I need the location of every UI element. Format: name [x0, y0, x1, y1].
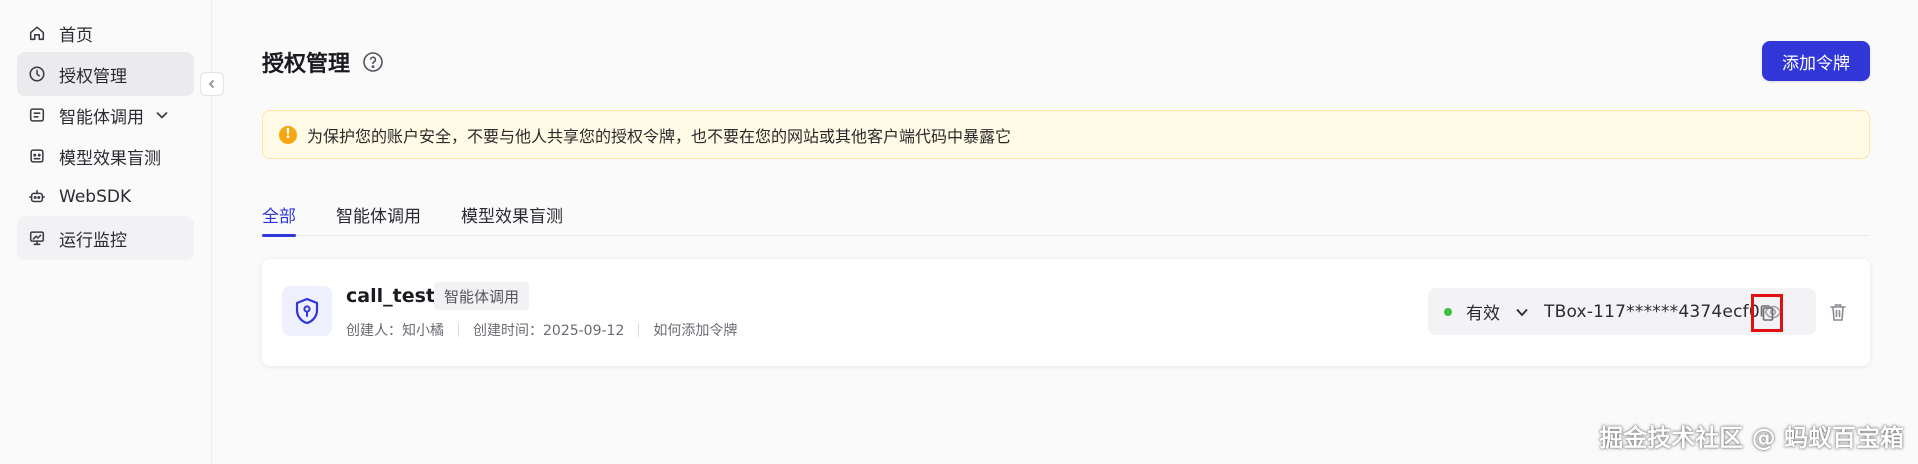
clock-icon: [27, 64, 47, 84]
security-alert: ! 为保护您的账户安全，不要与他人共享您的授权令牌，也不要在您的网站或其他客户端…: [262, 110, 1870, 159]
monitor-icon: [27, 228, 47, 248]
token-creator: 创建人：知小橘: [346, 323, 444, 339]
tab-agent-call[interactable]: 智能体调用: [336, 193, 421, 236]
copy-icon: [1760, 305, 1774, 321]
shield-key-icon: [282, 286, 332, 336]
home-icon: [27, 23, 47, 43]
tab-all[interactable]: 全部: [262, 193, 296, 237]
token-name: call_test: [346, 285, 435, 307]
warning-icon: !: [279, 125, 297, 144]
token-status[interactable]: 有效: [1466, 299, 1500, 324]
chevron-down-icon[interactable]: [154, 107, 170, 123]
sidebar-item-label: 智能体调用: [59, 107, 144, 128]
token-type-tag: 智能体调用: [434, 282, 530, 310]
alert-text: 为保护您的账户安全，不要与他人共享您的授权令牌，也不要在您的网站或其他客户端代码…: [307, 126, 1012, 146]
sidebar-item-label: 首页: [59, 25, 93, 46]
sidebar-item-home[interactable]: 首页: [17, 11, 194, 55]
status-chevron-down-icon[interactable]: [1514, 304, 1530, 320]
sidebar-item-label: 授权管理: [59, 66, 127, 87]
sidebar-item-agent-call[interactable]: 智能体调用: [17, 93, 194, 137]
agent-icon: [27, 105, 47, 125]
token-card: call_test 智能体调用 创建人：知小橘 创建时间：2025-09-12 …: [262, 259, 1870, 366]
how-to-add-token-link[interactable]: 如何添加令牌: [653, 320, 737, 340]
trash-icon: [1830, 304, 1846, 321]
token-meta: 创建人：知小橘 创建时间：2025-09-12 如何添加令牌: [346, 320, 737, 340]
bot-icon: [27, 187, 47, 207]
tab-model-blind-test[interactable]: 模型效果盲测: [461, 193, 563, 236]
token-value: TBox-117******4374ecf0: [1544, 301, 1760, 322]
sidebar-item-auth-management[interactable]: 授权管理: [17, 52, 194, 96]
sidebar-collapse-button[interactable]: [200, 72, 224, 96]
watermark: 掘金技术社区 @ 蚂蚁百宝箱: [1599, 424, 1904, 452]
delete-token-button[interactable]: [1829, 302, 1849, 324]
sidebar-item-label: 模型效果盲测: [59, 148, 161, 169]
robot-face-icon: [27, 146, 47, 166]
page-title: 授权管理: [262, 46, 384, 78]
divider: [638, 323, 640, 337]
sidebar-item-label: 运行监控: [59, 230, 127, 251]
token-created-time: 创建时间：2025-09-12: [473, 323, 625, 339]
status-dot: [1444, 307, 1452, 316]
sidebar: 首页 授权管理 智能体调用 模型效果盲测 WebSDK 运行监控: [0, 0, 224, 464]
sidebar-item-websdk[interactable]: WebSDK: [17, 175, 194, 219]
add-token-button[interactable]: 添加令牌: [1762, 41, 1870, 81]
sidebar-item-monitoring[interactable]: 运行监控: [17, 216, 194, 260]
page-title-text: 授权管理: [262, 52, 351, 77]
sidebar-item-label: WebSDK: [59, 187, 132, 207]
copy-token-button[interactable]: [1751, 294, 1783, 332]
token-tabs: 全部 智能体调用 模型效果盲测: [262, 193, 1870, 237]
sidebar-item-model-blind-test[interactable]: 模型效果盲测: [17, 134, 194, 178]
help-icon[interactable]: [362, 51, 384, 73]
divider: [458, 323, 459, 337]
